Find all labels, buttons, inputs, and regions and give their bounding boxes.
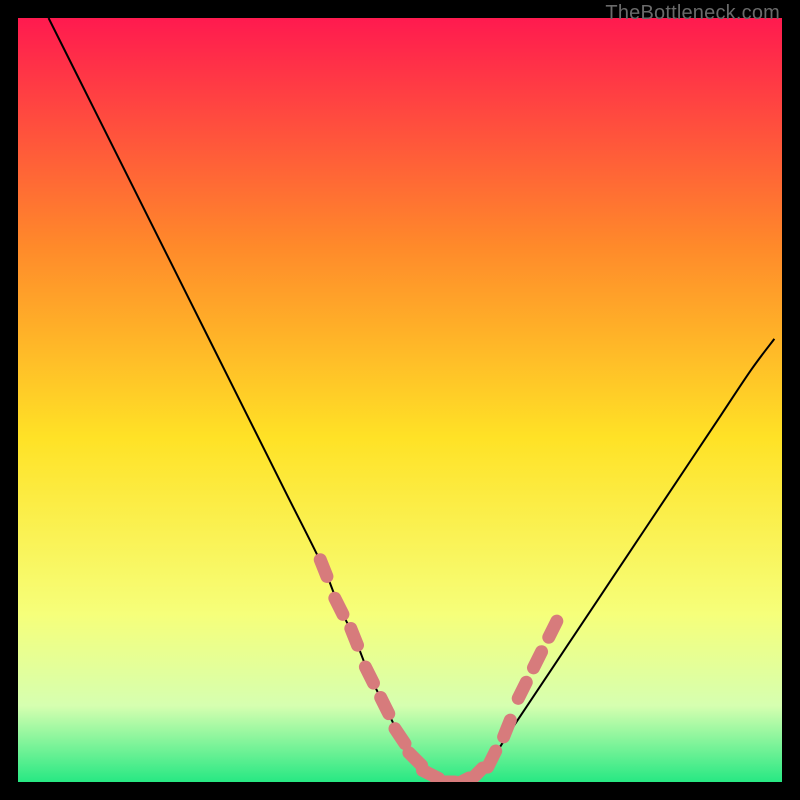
watermark-text: TheBottleneck.com	[605, 2, 780, 25]
hotspot-marker	[351, 628, 358, 645]
hotspot-marker	[470, 768, 483, 781]
hotspot-marker	[320, 560, 327, 577]
hotspot-marker	[533, 652, 541, 668]
hotspot-marker	[335, 598, 343, 614]
hotspot-marker	[518, 682, 526, 698]
hotspot-marker	[365, 667, 373, 683]
gradient-background	[18, 18, 782, 782]
hotspot-marker	[381, 698, 389, 714]
chart-frame: TheBottleneck.com	[0, 0, 800, 800]
hotspot-marker	[504, 720, 511, 737]
hotspot-marker	[488, 751, 496, 767]
hotspot-marker	[409, 753, 422, 766]
hotspot-marker	[395, 729, 405, 744]
hotspot-marker	[549, 621, 557, 637]
plot-area	[18, 18, 782, 782]
chart-svg	[18, 18, 782, 782]
